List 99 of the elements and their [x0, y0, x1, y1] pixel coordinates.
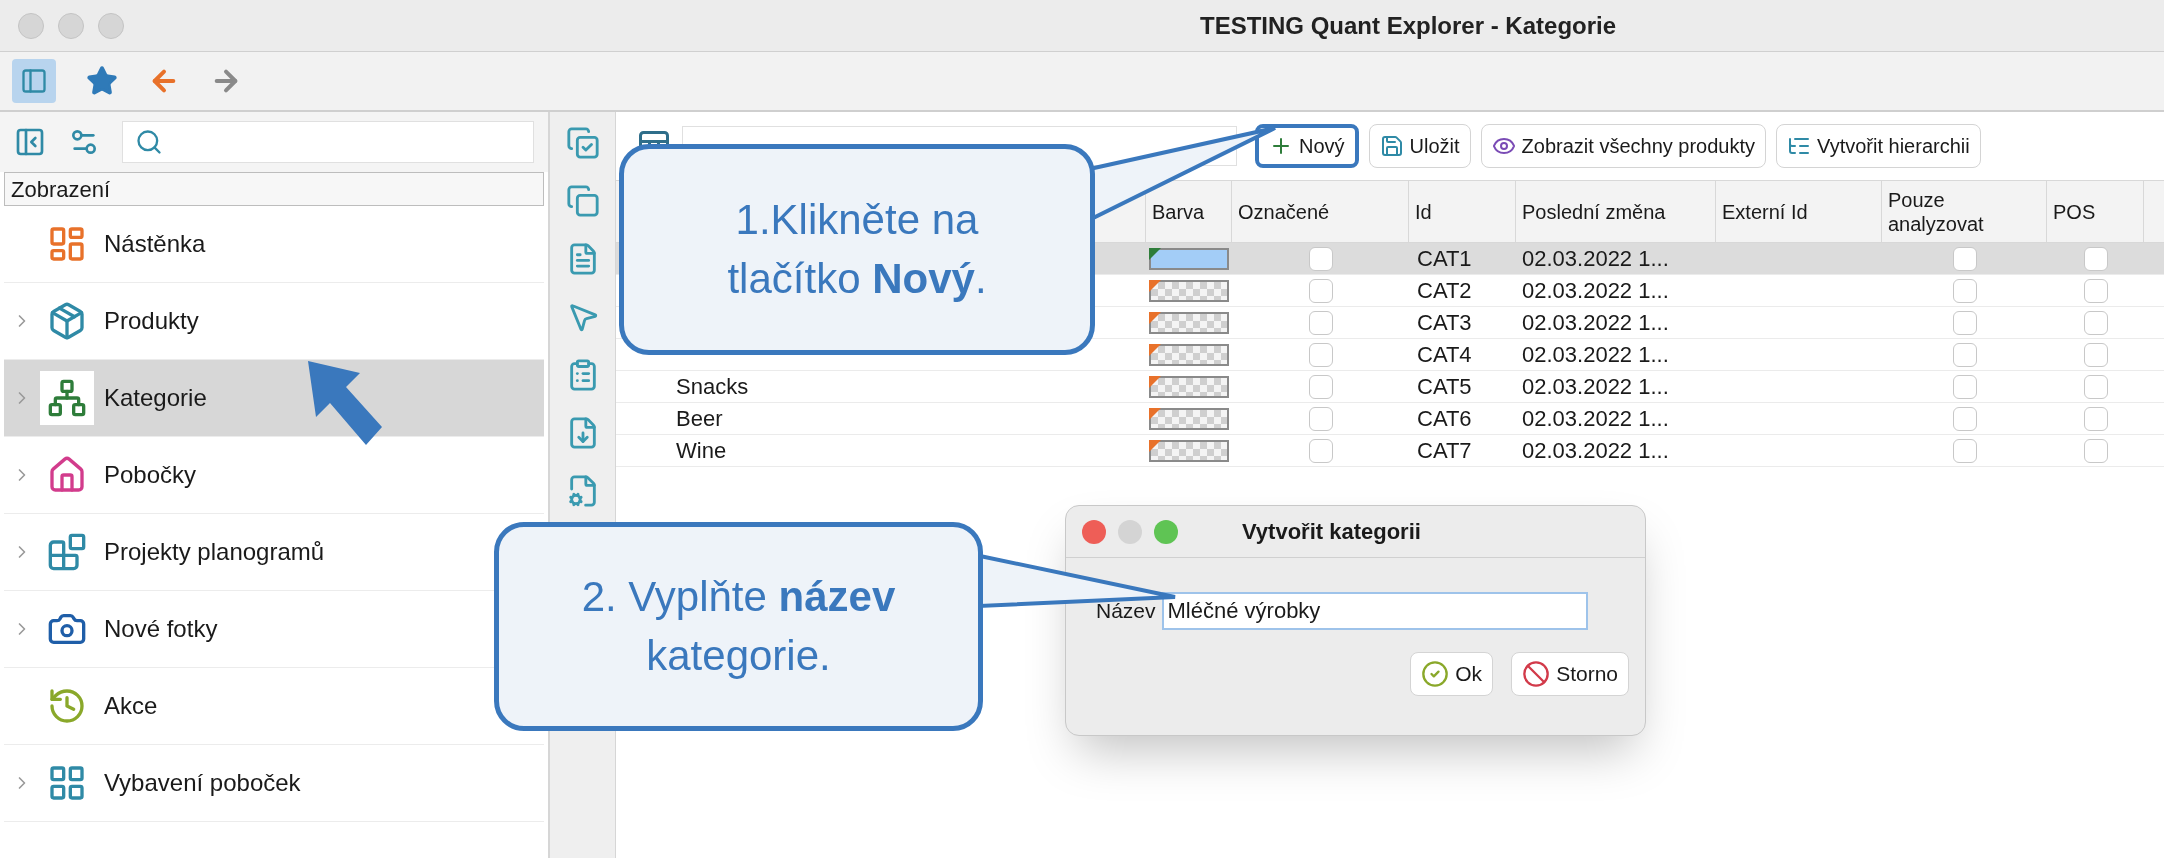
shelves-icon [47, 532, 87, 572]
dialog-button[interactable]: Ok [1410, 652, 1494, 696]
input-field[interactable]: Mléčné výrobky [1161, 592, 1588, 630]
checkbox[interactable] [1308, 310, 1333, 335]
table-cell-text: Snacks [676, 373, 749, 401]
table-cell-text: CAT4 [1416, 341, 1473, 369]
checkbox[interactable] [1952, 342, 1977, 367]
checkbox[interactable] [1308, 246, 1333, 271]
table-cell-text: Beer [676, 405, 723, 433]
color-swatch[interactable] [1149, 279, 1229, 302]
table-cell-text: CAT3 [1416, 309, 1473, 337]
checkbox[interactable] [2083, 374, 2108, 399]
dialog-button[interactable]: Storno [1511, 652, 1629, 696]
copy-check-icon[interactable] [565, 126, 600, 160]
sidebar-item[interactable]: Kategorie [4, 360, 544, 437]
item-label: Projekty planogramů [104, 537, 325, 567]
copy-icon[interactable] [565, 184, 600, 218]
checkbox[interactable] [1952, 278, 1977, 303]
checkbox[interactable] [1308, 374, 1333, 399]
table-cell-text: 02.03.2022 1... [1521, 309, 1670, 337]
checkbox[interactable] [2083, 246, 2108, 271]
search-icon [135, 128, 163, 156]
star-icon[interactable] [86, 65, 118, 97]
color-swatch[interactable] [1149, 343, 1229, 366]
column-header[interactable]: Označené [1232, 181, 1409, 242]
table-cell-text: 02.03.2022 1... [1521, 437, 1670, 465]
table-cell-text: 02.03.2022 1... [1521, 373, 1670, 401]
checkbox[interactable] [1952, 374, 1977, 399]
table-cell-text: 02.03.2022 1... [1521, 245, 1670, 273]
color-swatch[interactable] [1149, 407, 1229, 430]
table-cell-text: 02.03.2022 1... [1521, 277, 1670, 305]
sidebar-item[interactable]: Nástěnka [4, 206, 544, 283]
item-label: Nové fotky [104, 614, 218, 644]
table-cell-text: 02.03.2022 1... [1521, 341, 1670, 369]
house-icon [47, 455, 87, 495]
clock-icon [47, 686, 87, 726]
table-cell-text: CAT7 [1416, 437, 1473, 465]
check-icon [1421, 660, 1450, 688]
toolbar-button[interactable]: Zobrazit všechny produkty [1480, 124, 1767, 168]
sidebar-icon [20, 67, 48, 95]
table-cell-text: Wine [676, 437, 727, 465]
grid-icon [47, 763, 87, 803]
dashboard-icon [47, 224, 87, 264]
dialog-title: Vytvořit kategorii [1242, 518, 1421, 546]
table-cell-text: CAT6 [1416, 405, 1473, 433]
checkbox[interactable] [1952, 246, 1977, 271]
minimize-icon[interactable] [1118, 519, 1142, 544]
toolbar-button[interactable]: Vytvořit hierarchii [1776, 124, 1981, 168]
checkbox[interactable] [1308, 278, 1333, 303]
item-label: Pobočky [104, 460, 197, 490]
sidebar-item[interactable]: Vybavení poboček [4, 745, 544, 822]
column-header[interactable]: Externí Id [1716, 181, 1882, 242]
checkbox[interactable] [2083, 438, 2108, 463]
checkbox[interactable] [1952, 438, 1977, 463]
checkbox[interactable] [1308, 342, 1333, 367]
column-header[interactable]: Id [1409, 181, 1516, 242]
sidebar-item[interactable]: Pobočky [4, 437, 544, 514]
checkbox[interactable] [1308, 406, 1333, 431]
checkbox[interactable] [1952, 406, 1977, 431]
package-icon [47, 301, 87, 341]
collapse-icon[interactable] [14, 126, 46, 158]
column-header[interactable]: POS [2047, 181, 2144, 242]
checkbox[interactable] [2083, 310, 2108, 335]
table-cell-text: 02.03.2022 1... [1521, 405, 1670, 433]
checkbox[interactable] [2083, 342, 2108, 367]
item-label: Akce [104, 691, 158, 721]
window-title: TESTING Quant Explorer - Kategorie [1200, 10, 1617, 41]
column-header[interactable]: Poslední změna [1516, 181, 1716, 242]
toolbar-button[interactable]: Uložit [1368, 124, 1471, 168]
color-swatch[interactable] [1149, 439, 1229, 462]
callout-text: 2. Vyplňte název kategorie. [581, 571, 896, 681]
window-control-icon[interactable] [58, 12, 84, 39]
field-label: Název [1096, 598, 1156, 625]
item-label: Produkty [104, 306, 199, 336]
close-icon[interactable] [1082, 519, 1106, 544]
checkbox[interactable] [1308, 438, 1333, 463]
window-control-icon[interactable] [18, 12, 44, 39]
checkbox[interactable] [1952, 310, 1977, 335]
column-header[interactable]: Pouze analyzovat [1882, 181, 2047, 242]
color-swatch[interactable] [1149, 247, 1229, 270]
item-label: Vybavení poboček [104, 768, 301, 798]
table-cell-text: CAT2 [1416, 277, 1473, 305]
table-cell-text: CAT5 [1416, 373, 1473, 401]
toolbar-button[interactable]: Nový [1255, 124, 1359, 168]
save-icon [1379, 134, 1404, 158]
checkbox[interactable] [2083, 406, 2108, 431]
zoom-icon[interactable] [1154, 519, 1178, 544]
hierarchy-icon [47, 378, 87, 418]
cancel-icon [1522, 660, 1551, 688]
checkbox[interactable] [2083, 278, 2108, 303]
window-control-icon[interactable] [98, 12, 124, 39]
item-label: Kategorie [104, 383, 207, 413]
color-swatch[interactable] [1149, 311, 1229, 334]
sidebar-toggle[interactable] [12, 59, 56, 103]
color-swatch[interactable] [1149, 375, 1229, 398]
search-field[interactable] [122, 121, 534, 163]
item-label: Nástěnka [104, 229, 206, 259]
table-cell-text: CAT1 [1416, 245, 1473, 273]
section-header: Zobrazení [4, 172, 544, 206]
